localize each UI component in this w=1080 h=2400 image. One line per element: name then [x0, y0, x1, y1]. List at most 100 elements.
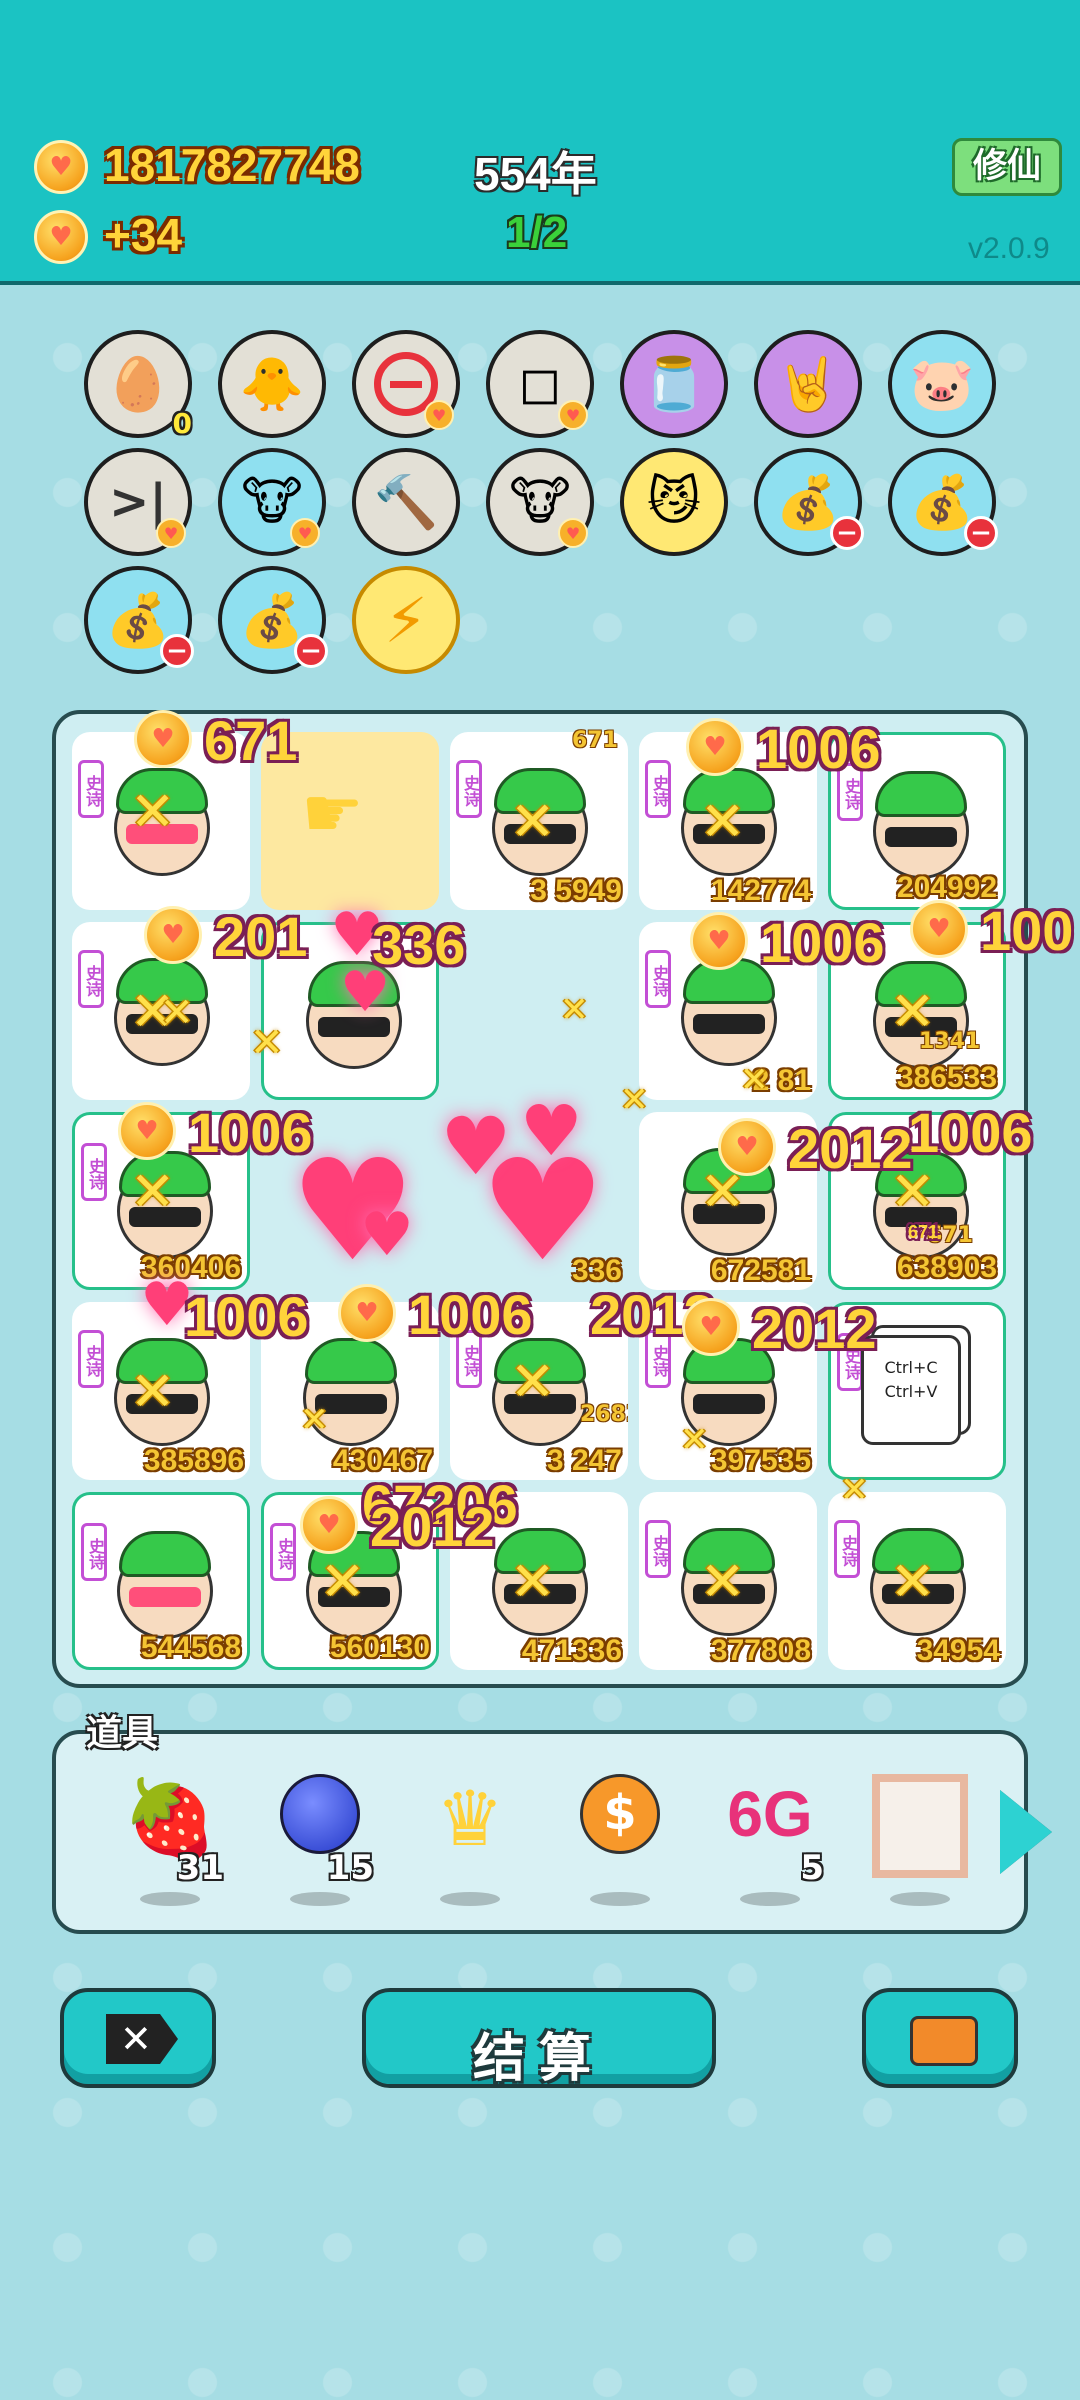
- briefcase-button[interactable]: [862, 1988, 1018, 2088]
- minus-circle-icon[interactable]: ♥: [352, 330, 460, 438]
- prop-slot[interactable]: 6G 5: [710, 1774, 830, 1914]
- cultivation-button[interactable]: 修仙: [952, 138, 1062, 196]
- cell-value: 3 5949: [530, 874, 622, 907]
- heart-cell[interactable]: [261, 1112, 439, 1290]
- board-cell[interactable]: 史诗: [72, 732, 250, 910]
- board-cell[interactable]: 史诗 204992: [828, 732, 1006, 910]
- character-face: [675, 1330, 783, 1448]
- sugar-cubes-icon[interactable]: ◻ ♥: [486, 330, 594, 438]
- board-cell[interactable]: 史诗 2 81: [639, 922, 817, 1100]
- heart-badge-icon: ♥: [156, 518, 186, 548]
- cell-value: 385896: [143, 1444, 244, 1477]
- epic-tag: 史诗: [78, 950, 104, 1008]
- cows-icon[interactable]: 🐮 ♥: [486, 448, 594, 556]
- board-cell[interactable]: 史诗 560130: [261, 1492, 439, 1670]
- board-cell[interactable]: 史诗 34954: [828, 1492, 1006, 1670]
- character-face: [486, 1330, 594, 1448]
- ctrl-c-label: Ctrl+C: [884, 1358, 938, 1377]
- character-face: [486, 760, 594, 878]
- minus-badge-icon: −: [294, 634, 328, 668]
- character-face: [675, 1520, 783, 1638]
- board-cell[interactable]: 430467: [261, 1302, 439, 1480]
- board-cell[interactable]: [261, 922, 439, 1100]
- ctrl-v-label: Ctrl+V: [884, 1382, 938, 1401]
- items-panel: 🍓 31 15 ♛ $ 6G 5: [52, 1730, 1028, 1934]
- prop-count: 31: [176, 1848, 224, 1888]
- board-cell[interactable]: 史诗 397535: [639, 1302, 817, 1480]
- board-cell[interactable]: 史诗 385896: [72, 1302, 250, 1480]
- character-face: [297, 1330, 405, 1448]
- character-face: [108, 950, 216, 1068]
- prop-slot[interactable]: 15: [260, 1774, 380, 1914]
- sack-icon[interactable]: 💰 −: [218, 566, 328, 674]
- heart-cell[interactable]: 336: [450, 1112, 628, 1290]
- epic-tag: 史诗: [456, 760, 482, 818]
- board-cell[interactable]: 史诗 3 5949: [450, 732, 628, 910]
- cell-value: 471336: [521, 1634, 622, 1667]
- character-face: [675, 950, 783, 1068]
- board-cell[interactable]: 672581: [639, 1112, 817, 1290]
- chick-icon[interactable]: 🐥: [218, 330, 326, 438]
- cell-value: 360406: [140, 1251, 241, 1284]
- board-cell[interactable]: 史诗 360406: [72, 1112, 250, 1290]
- heart-badge-icon: ♥: [558, 518, 588, 548]
- epic-tag: 史诗: [645, 1330, 671, 1388]
- hammer-icon[interactable]: 🔨: [352, 448, 460, 556]
- character-face: [111, 1143, 219, 1261]
- sack-icon[interactable]: 💰 −: [84, 566, 194, 674]
- board-cell[interactable]: 史诗 142774: [639, 732, 817, 910]
- blueberry-icon: [280, 1774, 360, 1854]
- pointer-cell[interactable]: ☛: [261, 732, 439, 910]
- ctrl-card-cell[interactable]: 史诗 Ctrl+C Ctrl+V: [828, 1302, 1006, 1480]
- items-panel-title: 道具: [86, 1713, 159, 1754]
- prop-slot[interactable]: 🍓 31: [110, 1774, 230, 1914]
- cancel-button[interactable]: ✕: [60, 1988, 216, 2088]
- board-cell[interactable]: 1341 386533: [828, 922, 1006, 1100]
- board-cell[interactable]: 史诗 2682 3 247: [450, 1302, 628, 1480]
- cat-glasses-icon[interactable]: 😼: [620, 448, 728, 556]
- rock-hand-icon[interactable]: 🤘: [754, 330, 862, 438]
- cell-value: 336: [571, 1254, 622, 1287]
- prop-slot[interactable]: [860, 1774, 980, 1914]
- cell-value: 560130: [329, 1631, 430, 1664]
- skip-icon[interactable]: >| ♥: [84, 448, 192, 556]
- top-bar: ♥ 1817827748 ♥ +34 554年 1/2 修仙 v2.0.9: [0, 0, 1080, 285]
- board-cell[interactable]: 471336: [450, 1492, 628, 1670]
- epic-tag: 史诗: [645, 760, 671, 818]
- cows-icon[interactable]: 🐮 ♥: [218, 448, 326, 556]
- character-face: [675, 760, 783, 878]
- character-face: [300, 953, 408, 1071]
- sack-icon[interactable]: 💰 −: [888, 448, 998, 556]
- lightning-icon[interactable]: ⚡: [352, 566, 460, 674]
- cell-value: 2 81: [752, 1064, 811, 1097]
- board-cell[interactable]: 史诗: [72, 922, 250, 1100]
- bonus-value: 1341: [919, 1029, 981, 1054]
- character-face: [108, 760, 216, 878]
- epic-tag: 史诗: [78, 1330, 104, 1388]
- settle-button[interactable]: 结算: [362, 1988, 716, 2089]
- board-cell[interactable]: 史诗 544568: [72, 1492, 250, 1670]
- next-arrow-icon[interactable]: [1000, 1790, 1052, 1874]
- piggy-bank-icon[interactable]: 🐷: [888, 330, 996, 438]
- prop-slot[interactable]: ♛: [410, 1774, 530, 1914]
- coin-total: 1817827748: [104, 139, 360, 191]
- cell-value: 3 247: [546, 1444, 622, 1477]
- prop-slot[interactable]: $: [560, 1774, 680, 1914]
- game-board: 史诗 ☛ 史诗 3 5949 史诗 142774 史诗 204992 史诗 史诗…: [52, 710, 1028, 1688]
- board-cell[interactable]: 史诗 377808: [639, 1492, 817, 1670]
- prop-count: 5: [800, 1848, 824, 1888]
- bonus-value: 2682: [580, 1402, 628, 1427]
- egg-tray-icon[interactable]: 🥚 0: [84, 330, 192, 440]
- epic-tag: 史诗: [837, 763, 863, 821]
- board-cell[interactable]: 671 638903: [828, 1112, 1006, 1290]
- jar-icon[interactable]: 🫙: [620, 330, 728, 438]
- character-face: [111, 1523, 219, 1641]
- empty-cell[interactable]: [450, 922, 628, 1100]
- crown-icon: ♛: [435, 1774, 505, 1863]
- heart-badge-icon: ♥: [290, 518, 320, 548]
- epic-tag: 史诗: [645, 950, 671, 1008]
- sack-icon[interactable]: 💰 −: [754, 448, 864, 556]
- epic-tag: 史诗: [456, 1330, 482, 1388]
- character-face: [108, 1330, 216, 1448]
- cell-value: 204992: [896, 871, 997, 904]
